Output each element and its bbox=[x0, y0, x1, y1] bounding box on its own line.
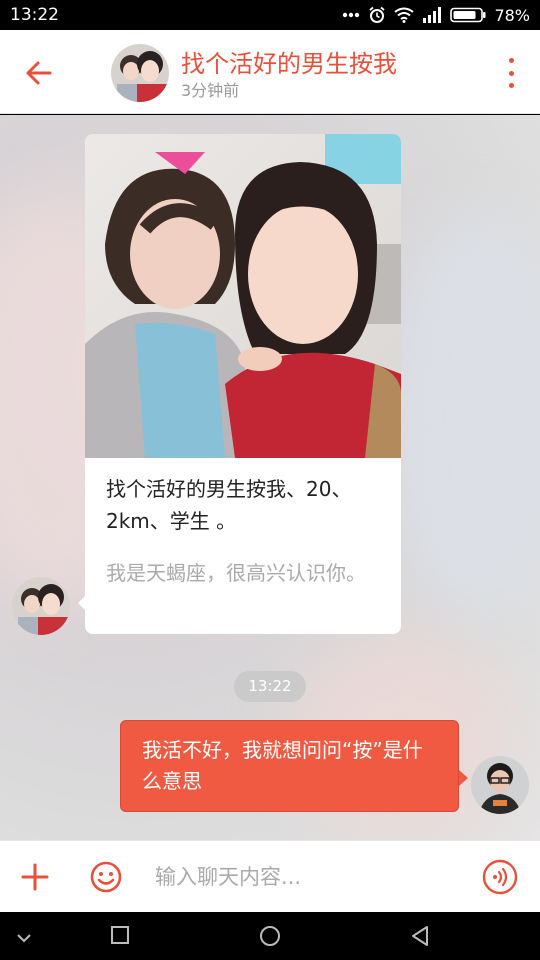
message-input[interactable] bbox=[155, 859, 455, 895]
back-button[interactable] bbox=[22, 56, 56, 90]
card-bubble-tail bbox=[78, 595, 86, 611]
wifi-icon bbox=[394, 7, 415, 23]
chat-area[interactable]: 找个活好的男生按我、20、2km、学生 。 我是天蝎座，很高兴认识你。 13:2… bbox=[0, 115, 540, 840]
back-icon[interactable] bbox=[410, 925, 430, 947]
sent-message-bubble[interactable]: 我活不好，我就想问问“按”是什么意思 bbox=[120, 720, 459, 812]
plus-icon[interactable] bbox=[21, 863, 49, 891]
emoji-icon[interactable] bbox=[90, 861, 122, 893]
alarm-icon bbox=[369, 6, 386, 23]
status-time: 13:22 bbox=[10, 5, 59, 25]
sent-bubble-tail bbox=[459, 770, 468, 786]
card-description: 我是天蝎座，很高兴认识你。 bbox=[106, 561, 366, 585]
last-active-time: 3分钟前 bbox=[181, 81, 240, 100]
chat-title: 找个活好的男生按我 bbox=[181, 50, 397, 78]
battery-icon bbox=[450, 7, 486, 23]
card-photo[interactable] bbox=[85, 134, 401, 458]
system-nav-bar bbox=[0, 912, 540, 960]
voice-icon[interactable] bbox=[482, 859, 518, 895]
status-bar: 13:22 78% bbox=[0, 0, 540, 30]
more-dots-icon bbox=[343, 12, 360, 18]
profile-card-message[interactable]: 找个活好的男生按我、20、2km、学生 。 我是天蝎座，很高兴认识你。 bbox=[85, 134, 401, 634]
card-title: 找个活好的男生按我、20、2km、学生 。 bbox=[106, 477, 352, 533]
message-timestamp: 13:22 bbox=[234, 671, 306, 702]
more-vert-icon[interactable] bbox=[504, 58, 518, 88]
signal-icon bbox=[423, 7, 442, 23]
back-arrow-icon bbox=[26, 61, 52, 85]
chat-header: 找个活好的男生按我 3分钟前 bbox=[0, 30, 540, 114]
battery-percent: 78% bbox=[494, 5, 530, 25]
input-bar bbox=[0, 840, 540, 912]
contact-avatar[interactable] bbox=[111, 44, 169, 102]
recents-icon[interactable] bbox=[110, 925, 130, 945]
my-avatar[interactable] bbox=[471, 756, 529, 814]
status-icons: 78% bbox=[342, 4, 530, 26]
home-icon[interactable] bbox=[259, 925, 281, 947]
sender-avatar[interactable] bbox=[12, 577, 70, 635]
collapse-icon[interactable] bbox=[16, 932, 32, 944]
